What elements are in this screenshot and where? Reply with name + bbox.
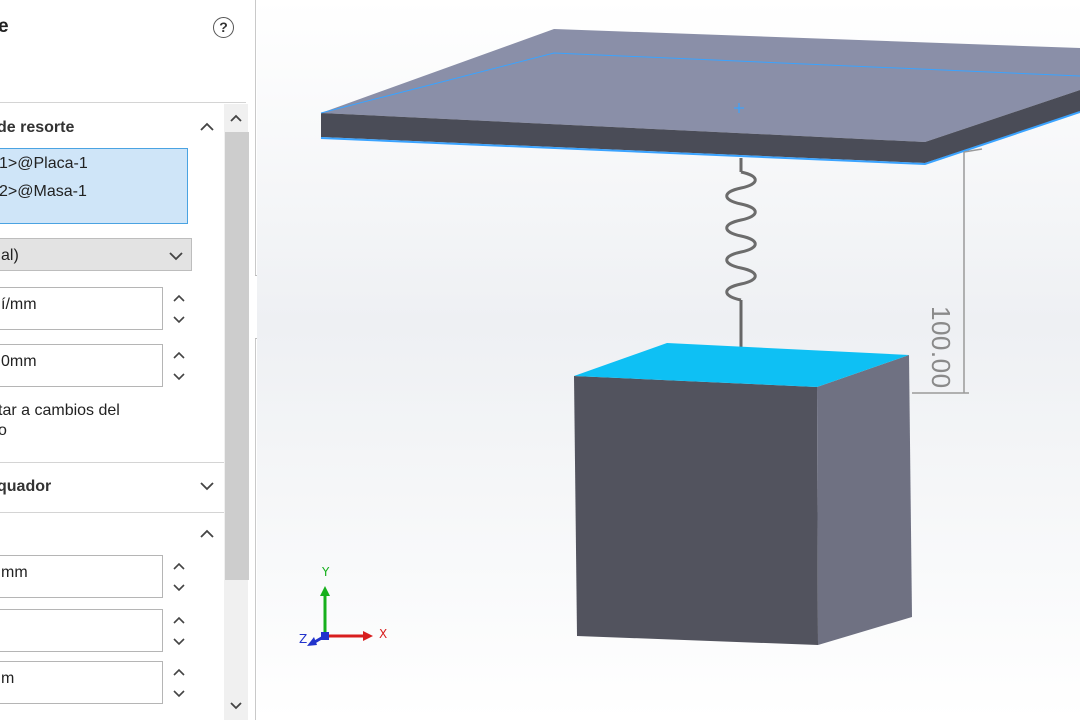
divider (0, 512, 246, 513)
update-checkbox-label[interactable]: tar a cambios del o (0, 401, 120, 441)
divider (0, 462, 246, 463)
graphics-viewport[interactable]: 100.00 Y X Z (257, 0, 1080, 720)
parameter-input-b[interactable] (0, 609, 163, 652)
model-scene[interactable] (257, 0, 1080, 720)
free-length-stepper[interactable] (170, 346, 188, 386)
chevron-down-icon (169, 252, 183, 261)
spinner-arrows-icon (173, 616, 185, 646)
block-front-face[interactable] (574, 376, 818, 645)
chevron-up-icon (200, 122, 214, 131)
spring-type-dropdown[interactable]: al) (0, 238, 192, 271)
axis-triad (307, 586, 373, 646)
z-axis-arrow-icon (307, 637, 317, 646)
list-item[interactable]: 2>@Masa-1 (0, 183, 87, 201)
scroll-up-icon[interactable] (228, 110, 244, 126)
checkbox-label-line: o (0, 421, 120, 441)
dimension-value-label[interactable]: 100.00 (925, 306, 956, 389)
spinner-arrows-icon (173, 562, 185, 592)
stiffness-stepper[interactable] (170, 289, 188, 329)
dropdown-value: al) (1, 247, 19, 264)
x-axis-arrow-icon (363, 631, 373, 641)
spring-coil[interactable] (725, 170, 757, 302)
free-length-input[interactable]: 0mm (0, 344, 163, 387)
checkbox-label-line: tar a cambios del (0, 402, 120, 419)
parameter-stepper-c[interactable] (170, 663, 188, 703)
scroll-down-icon[interactable] (228, 698, 244, 714)
parameter-input-c[interactable]: m (0, 661, 163, 704)
property-manager-panel: e ? de resorte 1>@Placa-1 2>@Masa-1 al) … (0, 0, 256, 720)
entity-selection-list[interactable]: 1>@Placa-1 2>@Masa-1 (0, 148, 188, 224)
spinner-arrows-icon (173, 294, 185, 324)
parameter-value-a: mm (1, 564, 28, 581)
parameter-stepper-b[interactable] (170, 611, 188, 651)
section-label-damper: quador (0, 478, 52, 495)
panel-title: e (0, 16, 9, 38)
chevron-down-icon (200, 482, 214, 491)
free-length-value: 0mm (1, 353, 37, 370)
stiffness-value: í/mm (1, 296, 37, 313)
parameter-value-c: m (1, 670, 15, 687)
section-header-third[interactable] (0, 523, 220, 547)
y-axis-arrow-icon (320, 586, 330, 596)
parameter-input-a[interactable]: mm (0, 555, 163, 598)
section-header-damper[interactable]: quador (0, 475, 220, 499)
block-side-face[interactable] (817, 355, 912, 645)
parameter-stepper-a[interactable] (170, 557, 188, 597)
divider (0, 102, 246, 103)
section-header-spring[interactable]: de resorte (0, 116, 220, 140)
spinner-arrows-icon (173, 351, 185, 381)
scrollbar-thumb[interactable] (225, 132, 249, 580)
z-axis-label: Z (299, 632, 308, 646)
triad-origin (321, 632, 329, 640)
x-axis-label: X (379, 627, 388, 641)
section-label-spring: de resorte (0, 119, 75, 136)
list-item[interactable]: 1>@Placa-1 (0, 155, 88, 173)
chevron-up-icon (200, 529, 214, 538)
stiffness-input[interactable]: í/mm (0, 287, 163, 330)
help-icon[interactable]: ? (213, 17, 234, 38)
spinner-arrows-icon (173, 668, 185, 698)
y-axis-label: Y (322, 565, 330, 579)
